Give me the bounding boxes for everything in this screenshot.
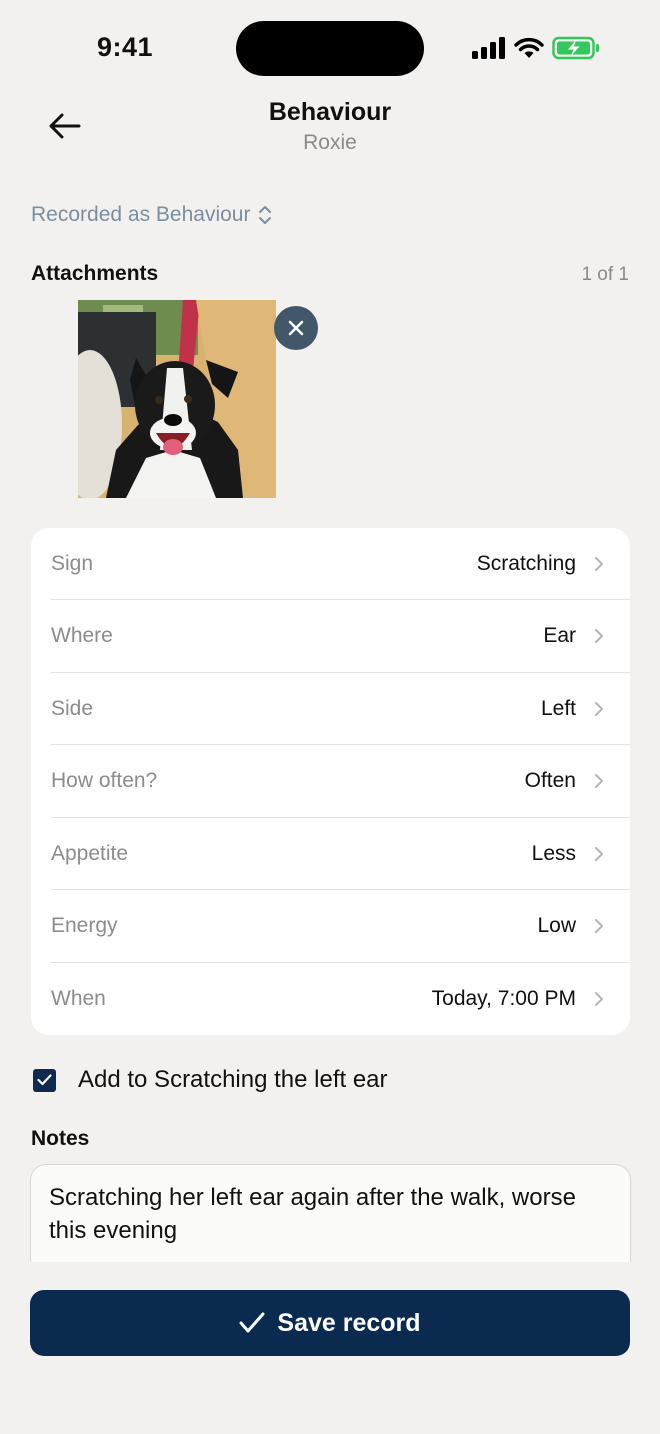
chevron-right-icon bbox=[594, 846, 608, 862]
detail-row-side[interactable]: Side Left bbox=[51, 673, 630, 745]
save-record-label: Save record bbox=[277, 1308, 421, 1337]
detail-value: Less bbox=[531, 841, 576, 865]
detail-label: Side bbox=[51, 696, 94, 720]
details-card: Sign Scratching Where Ear Side Left How … bbox=[31, 528, 630, 1035]
page-title: Behaviour bbox=[268, 98, 392, 126]
nav-header: Behaviour Roxie bbox=[0, 90, 660, 170]
chevron-right-icon bbox=[594, 701, 608, 717]
dynamic-island bbox=[236, 21, 424, 76]
checkmark-icon bbox=[239, 1312, 265, 1333]
detail-row-when[interactable]: When Today, 7:00 PM bbox=[51, 963, 630, 1035]
page-subtitle: Roxie bbox=[303, 131, 357, 154]
save-record-button[interactable]: Save record bbox=[30, 1290, 630, 1356]
status-time: 9:41 bbox=[97, 32, 154, 62]
detail-value: Scratching bbox=[476, 551, 576, 575]
detail-label: Energy bbox=[51, 914, 118, 937]
attachments-count: 1 of 1 bbox=[581, 264, 629, 285]
remove-attachment-button[interactable] bbox=[274, 306, 318, 350]
detail-row-sign[interactable]: Sign Scratching bbox=[51, 528, 630, 600]
checkbox[interactable] bbox=[33, 1068, 56, 1092]
detail-row-appetite[interactable]: Appetite Less bbox=[51, 818, 630, 890]
chevron-right-icon bbox=[594, 918, 608, 934]
chevron-right-icon bbox=[594, 628, 608, 644]
chevron-right-icon bbox=[594, 773, 608, 789]
chevron-updown-icon bbox=[259, 206, 272, 224]
detail-value: Often bbox=[524, 769, 576, 792]
detail-row-where[interactable]: Where Ear bbox=[51, 601, 630, 673]
detail-label: Appetite bbox=[51, 841, 129, 865]
add-to-condition-toggle[interactable]: Add to Scratching the left ear bbox=[33, 1066, 388, 1094]
add-to-label: Add to Scratching the left ear bbox=[78, 1066, 388, 1093]
status-bar: 9:41 bbox=[0, 0, 660, 90]
wifi-icon bbox=[514, 37, 544, 58]
detail-label: Where bbox=[51, 624, 113, 647]
detail-value: Ear bbox=[543, 624, 576, 647]
detail-value: Low bbox=[537, 914, 576, 937]
dog-photo bbox=[78, 300, 276, 498]
detail-label: Sign bbox=[51, 551, 94, 575]
signal-icon bbox=[472, 37, 505, 59]
close-icon bbox=[288, 320, 304, 336]
checkmark-icon bbox=[37, 1074, 52, 1086]
notes-textarea[interactable]: Scratching her left ear again after the … bbox=[30, 1164, 631, 1262]
attachment-thumbnail[interactable] bbox=[78, 300, 276, 498]
record-type-selector[interactable]: Recorded as Behaviour bbox=[31, 203, 272, 227]
detail-label: How often? bbox=[51, 769, 158, 792]
chevron-right-icon bbox=[594, 556, 608, 572]
detail-value: Left bbox=[540, 696, 576, 720]
attachments-title: Attachments bbox=[31, 262, 159, 285]
chevron-right-icon bbox=[594, 991, 608, 1007]
detail-row-how-often[interactable]: How often? Often bbox=[51, 746, 630, 818]
detail-row-energy[interactable]: Energy Low bbox=[51, 891, 630, 963]
detail-label: When bbox=[51, 987, 106, 1010]
status-icons bbox=[472, 36, 600, 60]
detail-value: Today, 7:00 PM bbox=[431, 987, 576, 1010]
battery-charging-icon bbox=[552, 36, 599, 60]
record-type-label: Recorded as Behaviour bbox=[31, 203, 251, 226]
notes-title: Notes bbox=[31, 1127, 90, 1150]
